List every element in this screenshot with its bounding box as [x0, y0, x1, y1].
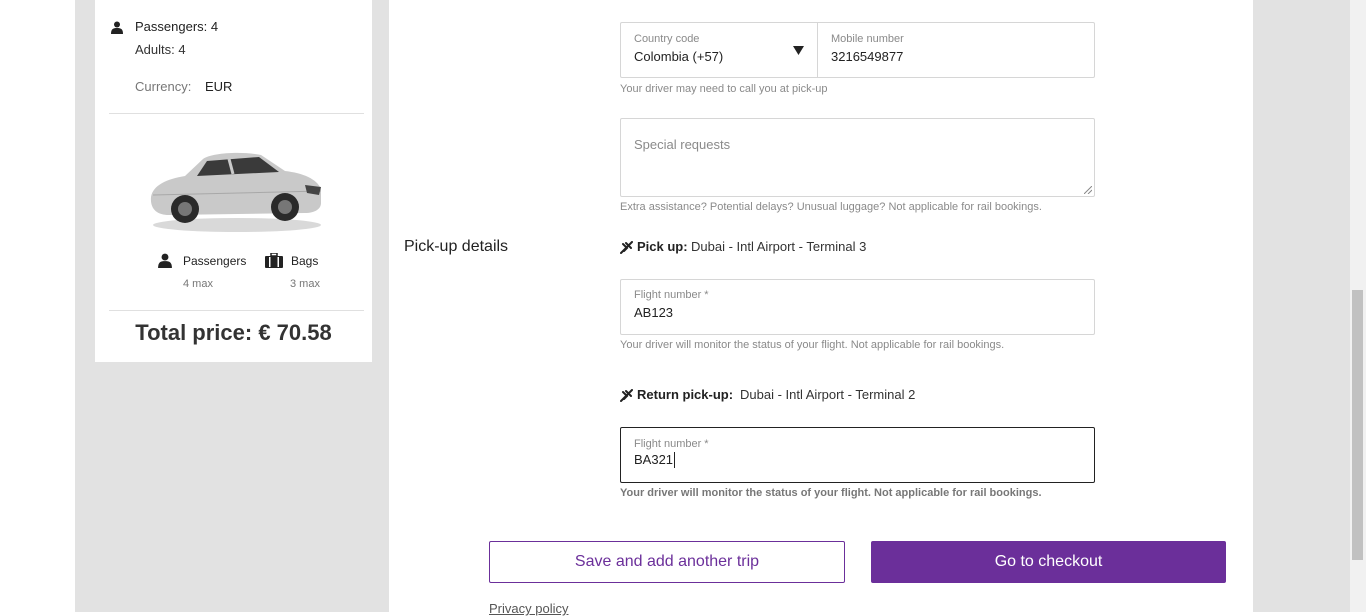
vehicle-passengers-label: Passengers — [183, 254, 247, 268]
divider — [109, 113, 364, 114]
return-flight-number-label: Flight number * — [634, 438, 709, 450]
return-pickup-location: Dubai - Intl Airport - Terminal 2 — [740, 387, 916, 402]
return-pickup-label: Return pick-up: — [637, 387, 734, 402]
total-price: Total price: € 70.58 — [135, 320, 332, 345]
special-requests-placeholder: Special requests — [634, 137, 731, 152]
country-code-select[interactable]: Country code Colombia (+57) — [621, 23, 818, 77]
pickup-section-title: Pick-up details — [404, 238, 509, 255]
return-flight-number-value: BA321 — [634, 452, 674, 467]
person-icon — [158, 253, 172, 268]
special-requests-hint: Extra assistance? Potential delays? Unus… — [620, 201, 1042, 213]
phone-field-group: Country code Colombia (+57) Mobile numbe… — [620, 22, 1095, 78]
passengers-count: Passengers: 4 — [135, 19, 219, 34]
mobile-number-value: 3216549877 — [831, 49, 904, 64]
flight-number-input[interactable]: Flight number * AB123 — [620, 279, 1095, 335]
car-image — [150, 152, 322, 232]
booking-summary-card: Passengers: 4 Adults: 4 Currency: EUR Pa… — [95, 0, 372, 362]
luggage-icon — [265, 253, 283, 268]
vehicle-bags-label: Bags — [291, 254, 319, 268]
pickup-location: Dubai - Intl Airport - Terminal 3 — [691, 239, 867, 254]
mobile-hint: Your driver may need to call you at pick… — [620, 83, 828, 95]
country-code-label: Country code — [634, 33, 700, 45]
plane-icon — [620, 241, 633, 254]
adults-count: Adults: 4 — [135, 42, 186, 57]
person-icon — [111, 21, 123, 34]
mobile-number-label: Mobile number — [831, 33, 904, 45]
currency-value: EUR — [205, 79, 233, 94]
divider — [109, 310, 364, 311]
dropdown-caret-icon — [793, 46, 804, 55]
go-to-checkout-button[interactable]: Go to checkout — [871, 541, 1226, 583]
vehicle-bags-max: 3 max — [290, 278, 320, 290]
special-requests-textarea[interactable]: Special requests — [620, 118, 1095, 197]
mobile-number-input[interactable]: Mobile number 3216549877 — [818, 23, 1094, 77]
privacy-policy-link[interactable]: Privacy policy — [489, 601, 568, 616]
pickup-label: Pick up: — [637, 239, 688, 254]
return-flight-number-input[interactable]: Flight number * BA321 — [620, 427, 1095, 483]
return-flight-number-hint: Your driver will monitor the status of y… — [620, 487, 1042, 499]
flight-number-value: AB123 — [634, 305, 674, 320]
flight-number-label: Flight number * — [634, 289, 709, 301]
plane-icon — [620, 389, 633, 402]
resize-handle-icon[interactable] — [1084, 186, 1092, 194]
save-and-add-trip-button[interactable]: Save and add another trip — [489, 541, 845, 583]
currency-label: Currency: — [135, 79, 192, 94]
booking-form-card: Country code Colombia (+57) Mobile numbe… — [389, 0, 1253, 616]
scrollbar-thumb[interactable] — [1352, 290, 1363, 560]
text-cursor — [674, 452, 675, 468]
flight-number-hint: Your driver will monitor the status of y… — [620, 339, 1005, 351]
country-code-value: Colombia (+57) — [634, 49, 724, 64]
vehicle-passengers-max: 4 max — [183, 278, 213, 290]
